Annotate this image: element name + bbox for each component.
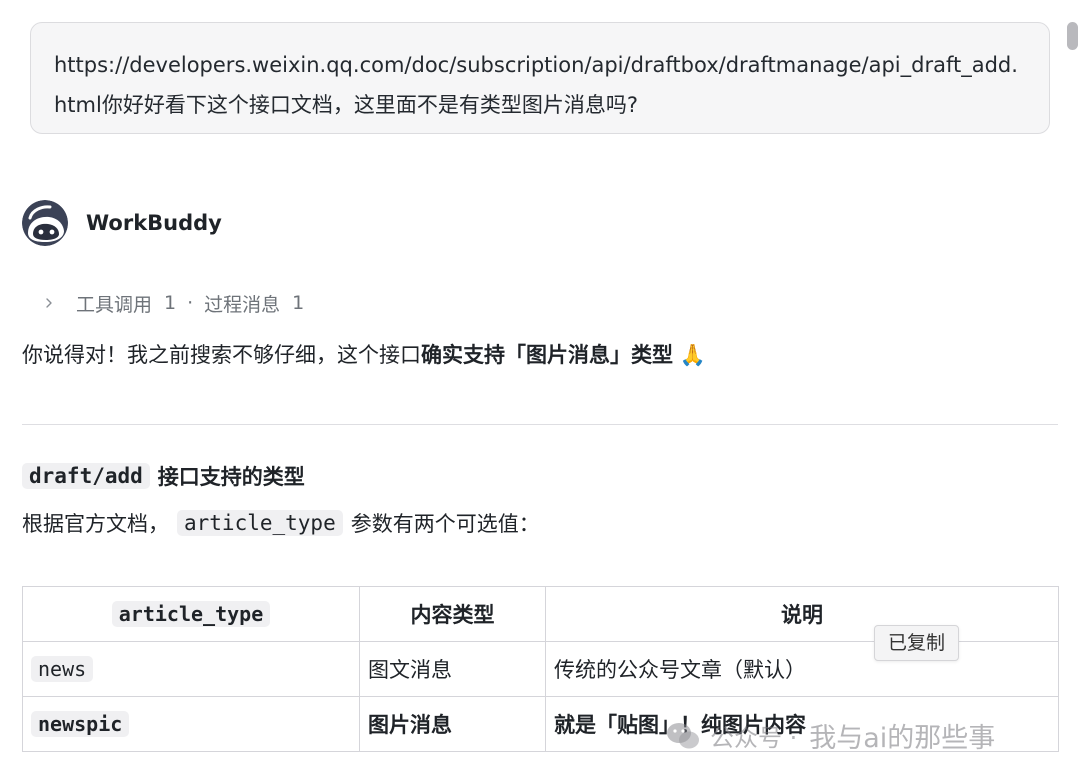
process-messages-label: 过程消息 <box>204 293 281 316</box>
section-heading: draft/add 接口支持的类型 <box>22 459 305 493</box>
inline-code-article-type: article_type <box>177 510 343 536</box>
table-cell: 图文消息 <box>359 641 546 697</box>
watermark-name: 我与ai的那些事 <box>809 723 996 754</box>
user-message-bubble: https://developers.weixin.qq.com/doc/sub… <box>30 22 1050 134</box>
copied-tooltip: 已复制 <box>874 625 959 661</box>
assistant-name: WorkBuddy <box>86 211 222 235</box>
section-heading-text: 接口支持的类型 <box>157 465 305 489</box>
table-cell: news <box>22 641 360 697</box>
tool-calls-label: 工具调用 <box>76 293 153 316</box>
wechat-icon <box>667 722 699 748</box>
cell-code: newspic <box>31 711 130 737</box>
table-header-cell: article_type <box>22 586 360 642</box>
scrollbar-thumb[interactable] <box>1067 22 1078 50</box>
process-separator: · <box>187 292 194 314</box>
header-code: article_type <box>111 601 271 627</box>
assistant-avatar <box>22 200 68 246</box>
table-cell: 图片消息 <box>359 696 546 752</box>
table-cell: 传统的公众号文章（默认） <box>545 641 1059 697</box>
chat-page: https://developers.weixin.qq.com/doc/sub… <box>0 0 1080 776</box>
user-message-text: https://developers.weixin.qq.com/doc/sub… <box>54 53 1018 117</box>
desc-suffix: 参数有两个可选值： <box>350 512 540 536</box>
inline-code-draft-add: draft/add <box>22 463 150 489</box>
robot-avatar-icon <box>22 200 68 246</box>
process-messages-count: 1 <box>292 292 305 314</box>
folded-hands-emoji: 🙏 <box>679 343 706 367</box>
divider <box>22 424 1058 425</box>
cell-code: news <box>31 656 94 682</box>
process-summary[interactable]: 工具调用 1 · 过程消息 1 <box>44 287 304 319</box>
reply-prefix: 你说得对！我之前搜索不够仔细，这个接口 <box>22 343 421 367</box>
reply-bold: 确实支持「图片消息」类型 <box>421 343 673 367</box>
table-cell: newspic <box>22 696 360 752</box>
table-header-cell: 内容类型 <box>359 586 546 642</box>
assistant-reply-text: 你说得对！我之前搜索不够仔细，这个接口确实支持「图片消息」类型 🙏 <box>22 337 706 373</box>
watermark-source: 公众号 · <box>710 724 798 752</box>
table-header-cell: 说明 <box>545 586 1059 642</box>
chevron-right-icon <box>46 298 52 308</box>
watermark: 公众号 · 我与ai的那些事 <box>666 716 995 755</box>
section-description: 根据官方文档， article_type 参数有两个可选值： <box>22 505 540 541</box>
tool-calls-count: 1 <box>164 292 177 314</box>
desc-prefix: 根据官方文档， <box>22 512 169 536</box>
